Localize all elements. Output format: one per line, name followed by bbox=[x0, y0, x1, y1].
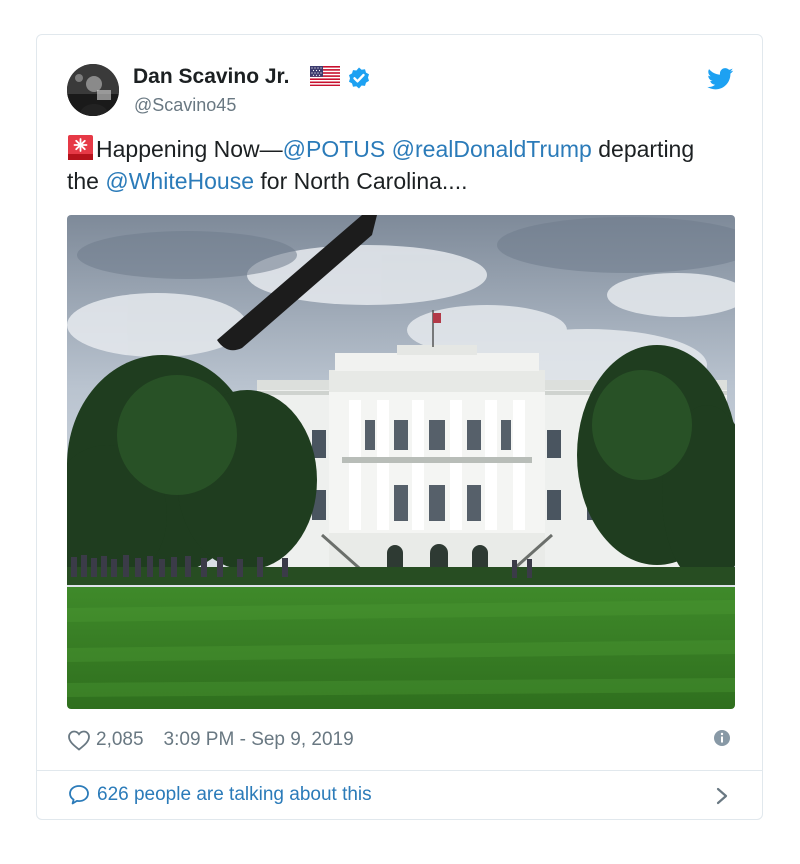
tweet-text-segment: for North Carolina.... bbox=[254, 168, 468, 194]
tweet-text-segment: departing bbox=[591, 136, 695, 162]
tweet-meta-row: 2,085 3:09 PM - Sep 9, 2019 bbox=[67, 728, 354, 752]
chevron-right-icon[interactable] bbox=[715, 786, 729, 806]
twitter-bird-icon[interactable] bbox=[707, 68, 734, 90]
verified-badge-icon bbox=[349, 67, 369, 89]
author-display-name[interactable]: Dan Scavino Jr. bbox=[133, 65, 289, 89]
conversation-link[interactable]: 626 people are talking about this bbox=[67, 783, 372, 807]
tweet-text: Happening Now—@POTUS @realDonaldTrump de… bbox=[67, 133, 737, 197]
tweet-text-segment: Happening Now— bbox=[96, 136, 283, 162]
info-icon[interactable] bbox=[713, 729, 731, 747]
divider bbox=[37, 770, 762, 771]
like-count[interactable]: 2,085 bbox=[96, 729, 144, 751]
mention-whitehouse-link[interactable]: @WhiteHouse bbox=[105, 168, 254, 194]
speech-bubble-icon bbox=[69, 785, 89, 805]
us-flag-icon bbox=[310, 66, 340, 86]
author-handle[interactable]: @Scavino45 bbox=[134, 95, 236, 116]
conversation-label: 626 people are talking about this bbox=[97, 784, 372, 805]
mention-realdonaldtrump-link[interactable]: @realDonaldTrump bbox=[392, 136, 592, 162]
rotating-light-icon bbox=[68, 135, 93, 160]
tweet-timestamp[interactable]: 3:09 PM - Sep 9, 2019 bbox=[164, 729, 354, 751]
tweet-media-photo[interactable] bbox=[67, 215, 735, 709]
heart-icon[interactable] bbox=[67, 729, 91, 751]
white-house-photo bbox=[67, 215, 735, 709]
avatar-image bbox=[67, 64, 119, 116]
tweet-text-segment: the bbox=[67, 168, 106, 194]
embedded-tweet-card[interactable]: Dan Scavino Jr. @Scavino45 Happening Now… bbox=[36, 34, 763, 820]
mention-potus-link[interactable]: @POTUS bbox=[283, 136, 386, 162]
avatar[interactable] bbox=[67, 64, 119, 116]
